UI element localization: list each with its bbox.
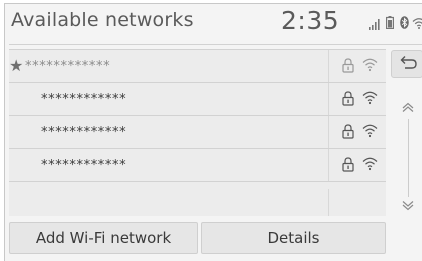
network-list: ★ ************ ************ ************…: [9, 49, 386, 216]
wifi-icon: [362, 57, 378, 76]
scrollbar-track[interactable]: [408, 119, 409, 197]
page-title: Available networks: [11, 9, 194, 31]
network-row-2[interactable]: ************: [9, 83, 386, 116]
side-controls: [390, 49, 422, 215]
network-name: ************: [25, 59, 111, 74]
back-button[interactable]: [391, 50, 422, 78]
network-row-4[interactable]: ************: [9, 149, 386, 182]
lock-icon: [342, 157, 354, 176]
wifi-icon: [362, 90, 378, 109]
scroll-down-button[interactable]: [401, 197, 415, 216]
row-divider: [328, 50, 329, 82]
row-divider: [328, 189, 329, 216]
lock-icon: [342, 58, 354, 77]
signal-icon: [369, 15, 381, 34]
back-arrow-icon: [400, 56, 417, 69]
chevron-up-icon: [402, 102, 414, 112]
wifi-status-icon: [412, 14, 422, 33]
bluetooth-icon: [400, 14, 409, 33]
star-icon: ★: [9, 56, 24, 75]
chevron-down-icon: [402, 201, 414, 211]
network-name: ************: [41, 158, 127, 173]
network-row-3[interactable]: ************: [9, 116, 386, 149]
wifi-icon: [362, 156, 378, 175]
network-name: ************: [41, 125, 127, 140]
clock: 2:35: [281, 6, 340, 35]
wifi-settings-screen: Available networks 2:35 ★ ************ *…: [4, 3, 422, 261]
add-wifi-network-button[interactable]: Add Wi-Fi network: [9, 222, 198, 254]
network-row-1[interactable]: ★ ************: [9, 50, 386, 83]
row-divider: [328, 83, 329, 115]
lock-icon: [342, 91, 354, 110]
row-divider: [328, 116, 329, 148]
wifi-icon: [362, 123, 378, 142]
network-name: ************: [41, 92, 127, 107]
header-divider: [9, 44, 422, 45]
details-button[interactable]: Details: [201, 222, 386, 254]
row-divider: [328, 149, 329, 181]
battery-icon: [386, 14, 395, 33]
lock-icon: [342, 124, 354, 143]
scroll-up-button[interactable]: [401, 97, 415, 116]
